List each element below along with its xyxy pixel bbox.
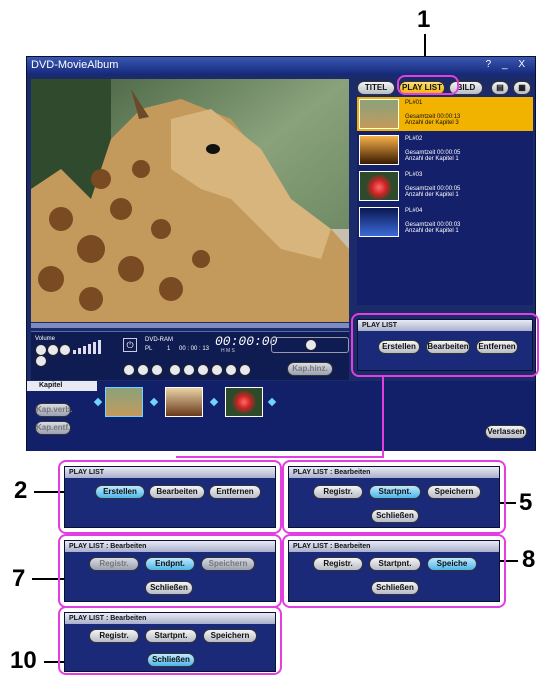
playlist-thumbnail [359,171,399,201]
detail-panel-edit-start-ring [282,460,506,534]
skip-forward-button[interactable] [239,364,251,376]
connector-horizontal [176,456,384,458]
pause-button[interactable] [137,364,149,376]
exit-button[interactable]: Verlassen [485,425,527,439]
playlist-thumbnail [359,135,399,165]
chapter-thumbnail[interactable] [225,387,263,417]
chapter-strip: Kapitel Kap.verb. Kap.entf. Verlassen [27,381,535,451]
giraffe-image [31,79,349,322]
eject-button[interactable] [35,355,47,367]
volume-label: Volume [35,336,56,342]
playlist-name: PL#04 [405,208,423,214]
forward-button[interactable] [225,364,237,376]
jog-knob[interactable] [305,339,317,351]
chapter-marker [209,397,219,407]
list-item[interactable]: PL#03 Gesamtzeit 00:00:05 Anzahl der Kap… [357,169,533,203]
tab-titel[interactable]: TITEL [357,81,395,95]
stop-button[interactable] [123,364,135,376]
playlist-list: PL#01 Gesamtzeit 00:00:13 Anzahl der Kap… [357,97,533,305]
list-item[interactable]: PL#02 Gesamtzeit 00:00:05 Anzahl der Kap… [357,133,533,167]
title-bar: DVD-MovieAlbum ? _ X [27,57,535,75]
time-big: 00:00:00 [215,334,278,349]
time-small: 00 : 00 : 13 [179,346,210,352]
playlist-chapters: Anzahl der Kapitel 1 [405,228,459,234]
callout-1-ring [397,75,459,95]
frame-forward-button[interactable] [211,364,223,376]
playlist-thumbnail [359,99,399,129]
control-bar: Volume ⏻ DVD-RAM PL 1 00 : 00 : 13 00:00… [31,331,349,380]
detail-panel-edit-save-ring [282,534,506,608]
window-controls[interactable]: ? _ X [486,59,529,70]
playlist-chapters: Anzahl der Kapitel 3 [405,120,459,126]
time-units: H M S [221,348,235,354]
app-title: DVD-MovieAlbum [31,59,119,71]
skip-back-button[interactable] [169,364,181,376]
callout-7: 7 [12,565,26,592]
chapter-marker [267,397,277,407]
callout-1: 1 [417,6,431,33]
playlist-panel-ring [351,313,539,377]
thumb-view-button[interactable]: ▦ [513,81,531,95]
chapter-thumbnail[interactable] [165,387,203,417]
callout-2: 2 [14,477,28,504]
detail-panel-edit-close-ring [58,606,282,675]
detail-panel-edit-end-ring [58,534,282,608]
list-item[interactable]: PL#01 Gesamtzeit 00:00:13 Anzahl der Kap… [357,97,533,131]
play-button[interactable] [151,364,163,376]
chapter-delete-button[interactable]: Kap.entf. [35,421,71,435]
app-window: DVD-MovieAlbum ? _ X Volume ⏻ DVD-RAM PL… [26,56,539,451]
chapter-merge-button[interactable]: Kap.verb. [35,403,72,417]
list-item[interactable]: PL#04 Gesamtzeit 00:00:03 Anzahl der Kap… [357,205,533,239]
playlist-chapters: Anzahl der Kapitel 1 [405,156,459,162]
volume-meter [73,340,101,354]
connector-vertical [382,376,384,456]
chapter-header: Kapitel [27,381,97,391]
playlist-name: PL#01 [405,100,423,106]
frame-back-button[interactable] [197,364,209,376]
pl-label: PL [145,346,153,352]
chapter-marker [93,397,103,407]
chapter-marker [149,397,159,407]
callout-10: 10 [10,647,37,674]
playlist-name: PL#03 [405,172,423,178]
rewind-button[interactable] [183,364,195,376]
pl-number: 1 [167,346,171,352]
detail-panel-create-ring [58,460,282,534]
media-type: DVD-RAM [145,337,173,343]
power-icon[interactable]: ⏻ [123,338,137,352]
callout-8: 8 [522,546,536,573]
playlist-chapters: Anzahl der Kapitel 1 [405,192,459,198]
list-view-button[interactable]: ▤ [491,81,509,95]
volume-up-button[interactable] [59,344,71,356]
seek-bar[interactable] [31,323,349,328]
volume-mute-button[interactable] [47,344,59,356]
playlist-name: PL#02 [405,136,423,142]
playlist-thumbnail [359,207,399,237]
add-chapter-button[interactable]: Kap.hinz. [287,362,333,376]
chapter-thumbnail[interactable] [105,387,143,417]
video-preview [31,79,349,322]
callout-5: 5 [519,489,533,516]
